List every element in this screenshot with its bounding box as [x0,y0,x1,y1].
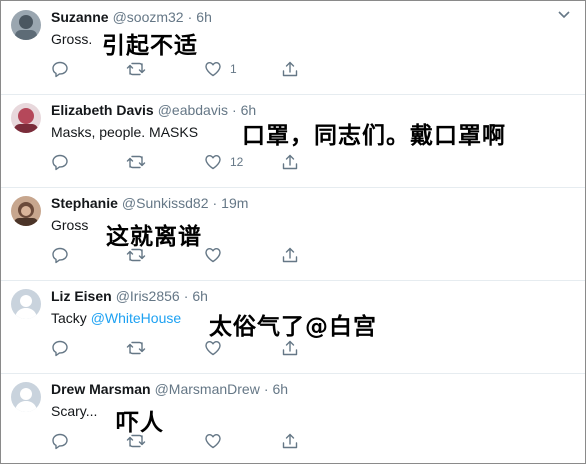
retweet-button[interactable] [126,431,146,451]
tweet-body: Gross [51,217,89,233]
tweet-body: Masks, people. MASKS [51,124,199,140]
separator-dot: · [263,381,269,397]
reply-button[interactable] [51,245,69,265]
reply-button[interactable] [51,152,69,172]
tweet[interactable]: Liz Eisen @Iris2856 · 6h Tacky @WhiteHouse … [1,280,585,374]
tweet[interactable]: Drew Marsman @MarsmanDrew · 6h Scary... 吓人 [1,373,585,466]
reply-icon [52,433,68,450]
retweet-button[interactable] [126,152,146,172]
like-count: 12 [230,155,244,169]
share-icon [282,340,298,356]
tweet-text: Gross. [51,30,92,48]
timestamp[interactable]: 6h [192,288,208,304]
separator-dot: · [183,288,189,304]
retweet-icon [126,155,146,169]
avatar[interactable] [11,289,41,319]
author-name[interactable]: Drew Marsman [51,381,151,397]
like-button[interactable]: 12 [204,152,243,172]
tweet-body: Tacky [51,310,87,326]
separator-dot: · [212,195,218,211]
retweet-icon [126,434,146,448]
avatar[interactable] [11,382,41,412]
tweet-text: Tacky @WhiteHouse [51,309,181,327]
author-name[interactable]: Stephanie [51,195,118,211]
author-name[interactable]: Suzanne [51,9,109,25]
reply-thread: Suzanne @soozm32 · 6h Gross. 引起不适 1 Eliz… [0,0,586,464]
author-handle[interactable]: @soozm32 [113,9,184,25]
reply-icon [52,61,68,78]
reply-icon [52,154,68,171]
heart-icon [205,248,221,263]
author-handle[interactable]: @Iris2856 [116,288,180,304]
author-handle[interactable]: @Sunkissd82 [122,195,209,211]
tweet-body: Gross. [51,31,93,47]
reply-button[interactable] [51,338,69,358]
like-button[interactable] [204,431,230,451]
retweet-icon [126,341,146,355]
author-handle[interactable]: @eabdavis [158,102,228,118]
separator-dot: · [187,9,193,25]
share-icon [282,61,298,77]
share-button[interactable] [281,431,299,451]
reply-button[interactable] [51,431,69,451]
tweet-text: Masks, people. MASKS [51,123,198,141]
mention-link[interactable]: @WhiteHouse [91,310,181,326]
avatar[interactable] [11,103,41,133]
share-icon [282,247,298,263]
retweet-button[interactable] [126,338,146,358]
tweet-text: Gross [51,216,88,234]
retweet-button[interactable] [126,245,146,265]
tweet-body: Scary... [51,403,98,419]
action-bar [51,431,311,451]
retweet-icon [126,248,146,262]
tweet[interactable]: Elizabeth Davis @eabdavis · 6h Masks, peopl… [1,94,585,188]
tweet-text: Scary... [51,402,97,420]
separator-dot: · [231,102,237,118]
timestamp[interactable]: 6h [196,9,212,25]
action-bar: 12 [51,152,311,172]
avatar[interactable] [11,10,41,40]
retweet-button[interactable] [126,59,146,79]
heart-icon [205,155,221,170]
heart-icon [205,62,221,77]
heart-icon [205,434,221,449]
tweet[interactable]: Suzanne @soozm32 · 6h Gross. 引起不适 1 [1,1,585,95]
share-button[interactable] [281,59,299,79]
share-icon [282,433,298,449]
translation-annotation: 太俗气了@白宫 [209,314,377,340]
chevron-down-icon[interactable] [557,10,571,20]
author-name[interactable]: Elizabeth Davis [51,102,154,118]
reply-icon [52,247,68,264]
heart-icon [205,341,221,356]
author-handle[interactable]: @MarsmanDrew [155,381,260,397]
like-count: 1 [230,62,237,76]
like-button[interactable]: 1 [204,59,237,79]
action-bar: 1 [51,59,311,79]
tweet[interactable]: Stephanie @Sunkissd82 · 19m Gross 这就离谱 [1,187,585,281]
like-button[interactable] [204,245,230,265]
translation-annotation: 口罩，同志们。戴口罩啊 [242,123,506,149]
share-button[interactable] [281,245,299,265]
avatar[interactable] [11,196,41,226]
timestamp[interactable]: 6h [273,381,289,397]
retweet-icon [126,62,146,76]
action-bar [51,338,311,358]
share-button[interactable] [281,152,299,172]
share-icon [282,154,298,170]
reply-button[interactable] [51,59,69,79]
translation-annotation: 引起不适 [102,33,198,59]
author-name[interactable]: Liz Eisen [51,288,112,304]
reply-icon [52,340,68,357]
timestamp[interactable]: 19m [221,195,248,211]
like-button[interactable] [204,338,230,358]
action-bar [51,245,311,265]
share-button[interactable] [281,338,299,358]
